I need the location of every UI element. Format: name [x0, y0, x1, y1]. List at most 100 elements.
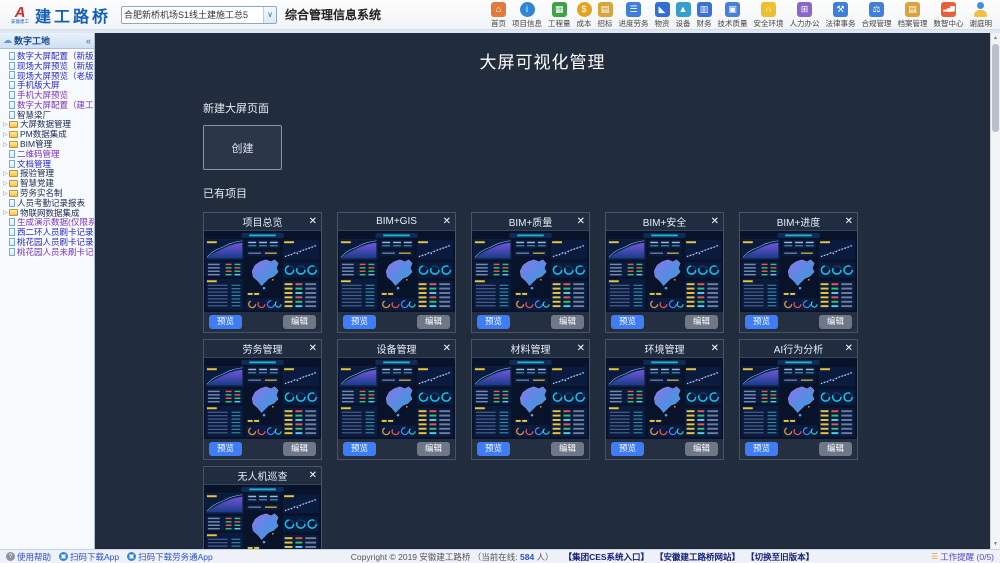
close-icon[interactable] — [711, 214, 719, 230]
preview-button[interactable]: 预览 — [209, 442, 242, 456]
workflow-link[interactable]: 工作提醒 (0/5) — [931, 551, 994, 563]
nav-item[interactable]: ▦ 工程量 — [545, 1, 574, 29]
edit-button[interactable]: 编辑 — [819, 442, 852, 456]
nav-item[interactable]: ⊞ 人力办公 — [787, 1, 823, 29]
sidebar-item[interactable]: 劳务实名制 — [0, 188, 94, 198]
sidebar-item[interactable]: 生成演示数据(仅限系统管理 — [0, 218, 94, 228]
dashboard-thumbnail[interactable] — [472, 358, 589, 439]
scroll-down-arrow-icon[interactable] — [991, 539, 1000, 549]
preview-button[interactable]: 预览 — [209, 315, 242, 329]
nav-item[interactable]: ▣ 技术质量 — [715, 1, 751, 29]
edit-button[interactable]: 编辑 — [283, 442, 316, 456]
download-labor-app-link[interactable]: 扫码下载劳务通App — [127, 551, 213, 563]
close-icon[interactable] — [443, 214, 451, 230]
nav-item[interactable]: ▤ 招标 — [595, 1, 616, 29]
sidebar-item[interactable]: 二维码管理 — [0, 149, 94, 159]
dashboard-thumbnail[interactable] — [740, 231, 857, 312]
footer-link[interactable]: 【安徽建工路桥网站】 — [655, 551, 740, 563]
company-logo[interactable]: A 安徽建工 建工路桥 — [8, 3, 111, 27]
collapse-icon[interactable]: « — [86, 36, 91, 46]
preview-button[interactable]: 预览 — [611, 315, 644, 329]
nav-item[interactable]: i 项目信息 — [509, 1, 545, 29]
nav-item[interactable]: ⚒ 法律事务 — [823, 1, 859, 29]
edit-button[interactable]: 编辑 — [685, 442, 718, 456]
preview-button[interactable]: 预览 — [477, 442, 510, 456]
sidebar-item[interactable]: 报验管理 — [0, 169, 94, 179]
close-icon[interactable] — [577, 341, 585, 357]
preview-button[interactable]: 预览 — [477, 315, 510, 329]
preview-button[interactable]: 预览 — [745, 442, 778, 456]
edit-button[interactable]: 编辑 — [417, 442, 450, 456]
nav-item[interactable]: ▂▄▆ 数智中心 — [931, 1, 967, 29]
preview-button[interactable]: 预览 — [343, 442, 376, 456]
dashboard-thumbnail[interactable] — [204, 358, 321, 439]
sidebar-item[interactable]: 现场大屏预览（新版大屏） — [0, 61, 94, 71]
dashboard-card: 无人机巡查 — [203, 466, 322, 549]
nav-item[interactable]: ⚖ 合规管理 — [859, 1, 895, 29]
nav-item[interactable]: ▤ 档案管理 — [895, 1, 931, 29]
close-icon[interactable] — [309, 468, 317, 484]
close-icon[interactable] — [711, 341, 719, 357]
edit-button[interactable]: 编辑 — [417, 315, 450, 329]
scrollbar[interactable] — [990, 33, 1000, 549]
close-icon[interactable] — [443, 341, 451, 357]
sidebar-item[interactable]: 数字大屏配置（新版大屏） — [0, 51, 94, 61]
dashboard-thumbnail[interactable] — [204, 485, 321, 549]
nav-item[interactable]: ⌂ 首页 — [488, 1, 509, 29]
edit-button[interactable]: 编辑 — [551, 442, 584, 456]
dashboard-thumbnail[interactable] — [472, 231, 589, 312]
close-icon[interactable] — [309, 214, 317, 230]
dashboard-thumbnail[interactable] — [606, 231, 723, 312]
nav-item[interactable]: ☰ 进度劳务 — [616, 1, 652, 29]
scroll-up-arrow-icon[interactable] — [991, 33, 1000, 43]
download-app-link[interactable]: 扫码下载App — [59, 551, 119, 563]
nav-item[interactable]: ◣ 物资 — [652, 1, 673, 29]
sidebar-item[interactable]: 文档管理 — [0, 159, 94, 169]
nav-item[interactable]: ▥ 财务 — [694, 1, 715, 29]
edit-button[interactable]: 编辑 — [283, 315, 316, 329]
edit-button[interactable]: 编辑 — [685, 315, 718, 329]
footer-link[interactable]: 【集团CES系统入口】 — [564, 551, 649, 563]
sidebar-item-label: 西二环人员刷卡记录报表 — [17, 227, 94, 237]
dashboard-thumbnail[interactable] — [606, 358, 723, 439]
sidebar-item[interactable]: PM数据集成 — [0, 129, 94, 139]
sidebar-item[interactable]: 手机版大屏 — [0, 80, 94, 90]
dashboard-thumbnail[interactable] — [338, 358, 455, 439]
page-title: 大屏可视化管理 — [95, 48, 990, 73]
dashboard-thumbnail[interactable] — [338, 231, 455, 312]
preview-button[interactable]: 预览 — [343, 315, 376, 329]
sidebar-item[interactable]: 桃花园人员刷卡记录报表 — [0, 237, 94, 247]
close-icon[interactable] — [845, 214, 853, 230]
close-icon[interactable] — [845, 341, 853, 357]
sidebar-item[interactable]: 桃花园人员未刷卡记录报表 — [0, 247, 94, 257]
sidebar-item[interactable]: BIM管理 — [0, 139, 94, 149]
sidebar-item[interactable]: 手机大屏预览 — [0, 90, 94, 100]
sidebar-item[interactable]: 物联网数据集成 — [0, 208, 94, 218]
close-icon[interactable] — [309, 341, 317, 357]
dashboard-card: 劳务管理 — [203, 339, 322, 460]
nav-item[interactable]: ▲ 设备 — [673, 1, 694, 29]
help-link[interactable]: 使用帮助 — [6, 551, 51, 563]
preview-button[interactable]: 预览 — [745, 315, 778, 329]
sidebar-item[interactable]: 西二环人员刷卡记录报表 — [0, 227, 94, 237]
user-menu[interactable]: 谢庭明 — [967, 1, 997, 29]
nav-item[interactable]: $ 成本 — [574, 1, 595, 29]
dashboard-thumbnail[interactable] — [740, 358, 857, 439]
sidebar-item[interactable]: 现场大屏预览（老版大屏） — [0, 71, 94, 81]
footer-link[interactable]: 【切换至旧版本】 — [746, 551, 814, 563]
dashboard-thumbnail[interactable] — [204, 231, 321, 312]
edit-button[interactable]: 编辑 — [551, 315, 584, 329]
sidebar-item[interactable]: 智慧梁厂 — [0, 110, 94, 120]
sidebar-item[interactable]: 人员考勤记录报表 — [0, 198, 94, 208]
edit-button[interactable]: 编辑 — [819, 315, 852, 329]
scroll-thumb[interactable] — [992, 44, 999, 132]
sidebar-item[interactable]: 智慧党建 — [0, 178, 94, 188]
sidebar-header: ☁ 数字工地 « — [0, 33, 94, 49]
sidebar-item[interactable]: 大屏数据管理 — [0, 120, 94, 130]
create-button[interactable]: 创建 — [203, 125, 282, 170]
preview-button[interactable]: 预览 — [611, 442, 644, 456]
project-select[interactable]: 合肥新桥机场S1线土建施工总5 ∨ — [121, 6, 277, 24]
nav-item[interactable]: ∩ 安全环境 — [751, 1, 787, 29]
close-icon[interactable] — [577, 214, 585, 230]
sidebar-item[interactable]: 数字大屏配置（建工） — [0, 100, 94, 110]
